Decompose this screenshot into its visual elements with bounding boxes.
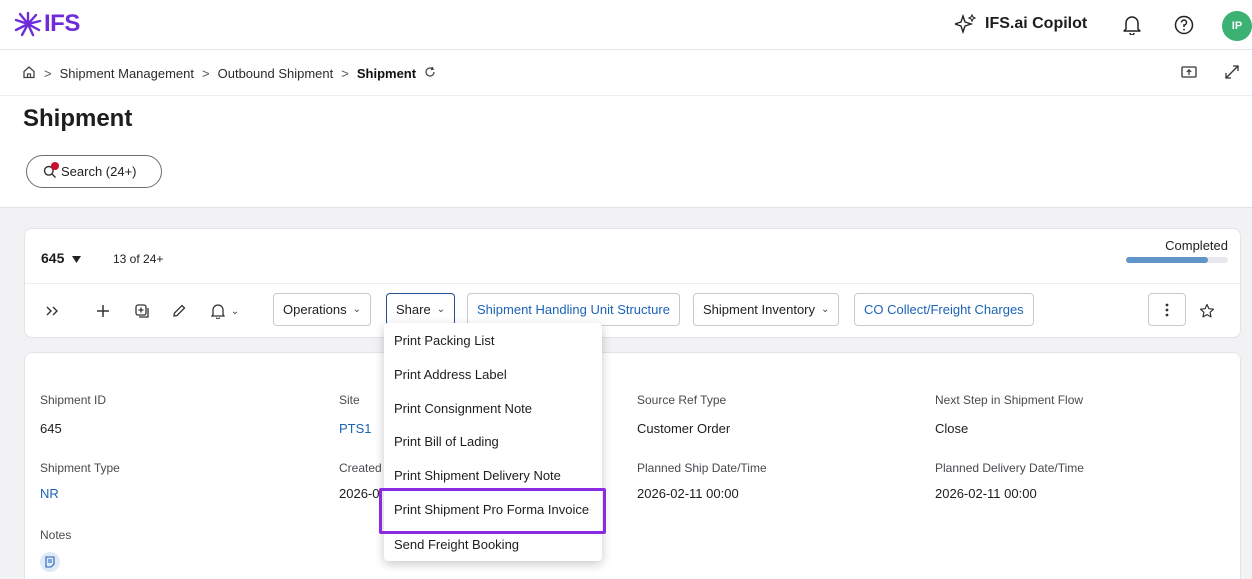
shipment-id-label: Shipment ID [40, 393, 107, 407]
notes-icon[interactable] [40, 552, 60, 572]
chevron-down-icon: ⌄ [352, 304, 361, 315]
record-id: 645 [41, 250, 65, 266]
created-value: 2026-0 [339, 486, 380, 501]
shipment-details-card: Shipment ID 645 Site PTS1 Source Ref Typ… [24, 352, 1241, 579]
favorite-star-icon[interactable] [1196, 300, 1218, 322]
shipment-id-value: 645 [40, 421, 62, 436]
created-label: Created [339, 461, 382, 475]
help-icon[interactable] [1173, 14, 1195, 36]
source-ref-type-label: Source Ref Type [637, 393, 727, 407]
shipment-inventory-button[interactable]: Shipment Inventory ⌄ [693, 293, 840, 326]
duplicate-icon[interactable] [131, 300, 153, 322]
site-value[interactable]: PTS1 [339, 421, 372, 436]
notification-dropdown[interactable]: ⌄ [207, 300, 243, 322]
search-button[interactable]: Search (24+) [26, 155, 162, 188]
breadcrumb-separator: > [341, 66, 349, 81]
share-dropdown-menu: Print Packing List Print Address Label P… [384, 323, 602, 561]
source-ref-type-value: Customer Order [637, 421, 731, 436]
chevron-down-icon: ⌄ [436, 304, 446, 315]
menu-item-print-consignment-note[interactable]: Print Consignment Note [384, 392, 602, 425]
record-header-card: 645 13 of 24+ Completed ⌄ Operations ⌄ S… [24, 228, 1241, 338]
add-icon[interactable] [92, 300, 114, 322]
share-screen-icon[interactable] [1180, 64, 1200, 82]
page-header: Shipment Search (24+) [0, 96, 1252, 208]
expand-panel-icon[interactable] [41, 300, 63, 322]
operations-label: Operations [283, 302, 347, 317]
status-label: Completed [1165, 238, 1228, 253]
breadcrumb-item-outbound-shipment[interactable]: Outbound Shipment [218, 66, 334, 81]
status-progress-bar [1126, 257, 1228, 263]
ifs-logo-icon [14, 11, 42, 37]
menu-item-print-bill-of-lading[interactable]: Print Bill of Lading [384, 425, 602, 458]
logo-text: IFS [44, 10, 80, 37]
menu-item-print-shipment-pro-forma-invoice[interactable]: Print Shipment Pro Forma Invoice [384, 493, 602, 526]
breadcrumb: > Shipment Management > Outbound Shipmen… [22, 65, 436, 82]
shipment-type-value[interactable]: NR [40, 486, 59, 501]
copilot-button[interactable]: IFS.ai Copilot [955, 14, 1087, 34]
breadcrumb-item-shipment: Shipment [356, 66, 417, 81]
refresh-icon[interactable] [424, 66, 436, 81]
shipment-inventory-label: Shipment Inventory [703, 302, 816, 317]
share-label: Share [396, 302, 431, 317]
notes-label: Notes [40, 528, 72, 542]
planned-ship-label: Planned Ship Date/Time [637, 461, 767, 475]
notification-icon [210, 303, 225, 319]
planned-delivery-label: Planned Delivery Date/Time [935, 461, 1084, 475]
edit-icon[interactable] [168, 300, 190, 322]
shipment-handling-unit-structure-button[interactable]: Shipment Handling Unit Structure [467, 293, 680, 326]
ifs-logo[interactable]: IFS [14, 8, 80, 40]
co-collect-freight-charges-button[interactable]: CO Collect/Freight Charges [854, 293, 1034, 326]
next-step-label: Next Step in Shipment Flow [935, 393, 1084, 407]
record-selector[interactable]: 645 [41, 250, 82, 266]
expand-icon[interactable] [1223, 64, 1243, 82]
page-title: Shipment [23, 105, 133, 132]
menu-item-print-shipment-delivery-note[interactable]: Print Shipment Delivery Note [384, 459, 602, 492]
share-button[interactable]: Share ⌄ [386, 293, 456, 326]
bell-icon[interactable] [1121, 14, 1143, 36]
command-toolbar: ⌄ Operations ⌄ Share ⌄ Shipment Handling… [25, 284, 1240, 338]
site-label: Site [339, 393, 360, 407]
top-bar: IFS IFS.ai Copilot IP [0, 0, 1252, 50]
sparkle-icon [955, 14, 977, 34]
search-icon [43, 161, 59, 179]
caret-down-icon [72, 250, 82, 266]
filter-active-dot [51, 161, 59, 170]
more-options-button[interactable] [1148, 293, 1186, 326]
search-label: Search (24+) [61, 164, 137, 179]
menu-item-print-address-label[interactable]: Print Address Label [384, 358, 602, 391]
breadcrumb-bar: > Shipment Management > Outbound Shipmen… [0, 50, 1252, 96]
planned-delivery-value: 2026-02-11 00:00 [935, 486, 1037, 501]
home-icon[interactable] [22, 65, 36, 82]
planned-ship-value: 2026-02-11 00:00 [637, 486, 739, 501]
chevron-down-icon: ⌄ [230, 305, 240, 317]
menu-item-print-packing-list[interactable]: Print Packing List [384, 324, 602, 357]
menu-item-send-freight-booking[interactable]: Send Freight Booking [384, 528, 602, 561]
shipment-type-label: Shipment Type [40, 461, 120, 475]
record-count: 13 of 24+ [113, 252, 164, 266]
breadcrumb-separator: > [202, 66, 210, 81]
next-step-value: Close [935, 421, 969, 436]
operations-button[interactable]: Operations ⌄ [273, 293, 371, 326]
breadcrumb-item-shipment-management[interactable]: Shipment Management [60, 66, 194, 81]
avatar[interactable]: IP [1222, 11, 1252, 41]
copilot-label: IFS.ai Copilot [985, 15, 1088, 32]
chevron-down-icon: ⌄ [821, 304, 830, 315]
status-progress-fill [1126, 257, 1208, 263]
breadcrumb-separator: > [44, 66, 52, 81]
more-vertical-icon [1165, 303, 1169, 316]
